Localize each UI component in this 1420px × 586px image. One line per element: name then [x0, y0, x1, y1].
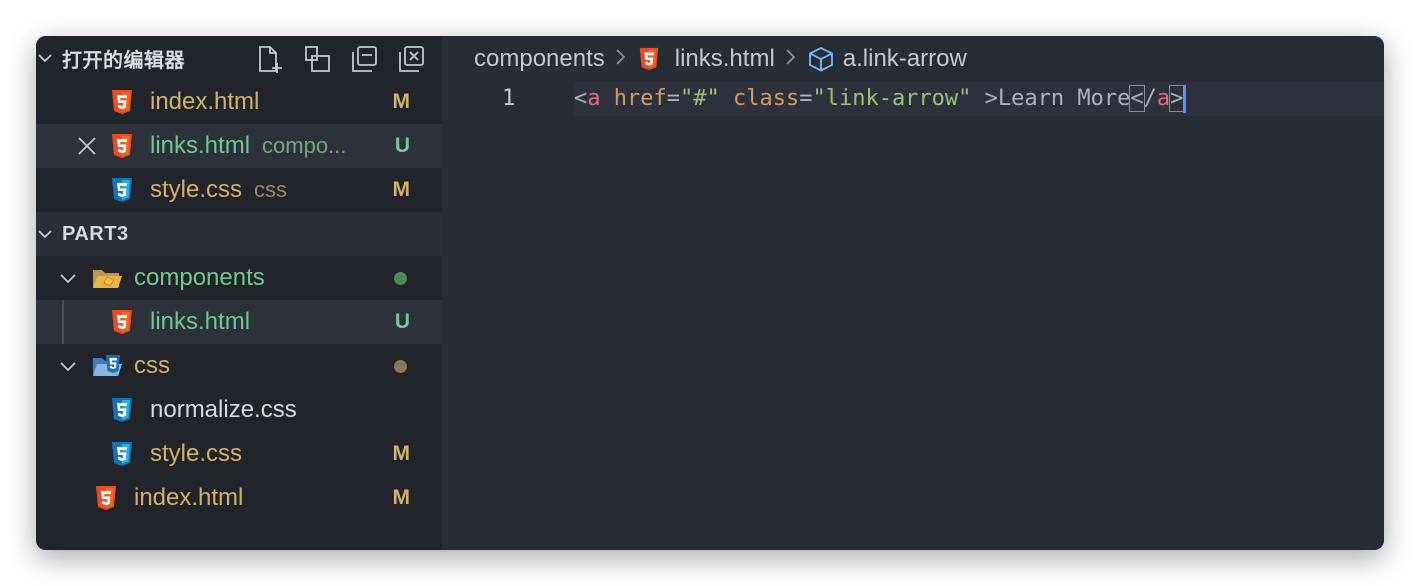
file-description: compo... [262, 133, 347, 158]
folder-css-icon [91, 353, 123, 379]
token-punctuation: / [1143, 86, 1157, 111]
line-number: 1 [502, 86, 516, 111]
git-status-badge: M [392, 90, 411, 113]
file-description: css [254, 177, 288, 202]
html5-icon [93, 485, 119, 511]
vscode-window: 打开的编辑器 index.html M links.html compo... … [36, 36, 1384, 550]
git-status-badge: U [394, 310, 410, 333]
html5-icon [637, 46, 661, 72]
open-editor-item-active[interactable]: links.html compo... U [36, 124, 442, 168]
breadcrumb-file[interactable]: links.html [675, 45, 775, 73]
html5-icon [109, 133, 135, 159]
chevron-down-icon[interactable] [57, 267, 79, 289]
open-editors-title: 打开的编辑器 [62, 49, 185, 72]
html5-icon [109, 309, 135, 335]
breadcrumb-symbol[interactable]: a.link-arrow [843, 45, 967, 73]
workspace-title: PART3 [62, 222, 129, 245]
chevron-down-icon[interactable] [57, 355, 79, 377]
open-editors-header[interactable]: 打开的编辑器 [36, 36, 442, 80]
file-item-index[interactable]: index.html M [36, 476, 442, 520]
token-text: >Learn More [971, 86, 1131, 111]
folder-item-css[interactable]: css [36, 344, 442, 388]
open-editor-item[interactable]: style.css css M [36, 168, 442, 212]
git-status-badge: U [394, 134, 410, 157]
file-name: normalize.css [150, 396, 297, 423]
chevron-down-icon[interactable] [36, 223, 56, 245]
new-file-icon[interactable] [255, 44, 285, 74]
token-attribute: class [732, 86, 800, 111]
breadcrumb-folder[interactable]: components [474, 45, 605, 73]
git-status-badge: M [392, 178, 411, 201]
token-string: "link-arrow" [812, 86, 972, 111]
file-name: links.html compo... [150, 132, 347, 159]
token-attribute: href [613, 86, 667, 111]
chevron-right-icon [615, 45, 627, 73]
close-icon[interactable] [76, 135, 98, 157]
file-name: style.css css [150, 176, 288, 203]
text-cursor [1183, 85, 1187, 113]
token-punctuation: < [574, 86, 588, 111]
workspace-folder-header[interactable]: PART3 [36, 212, 442, 256]
close-all-icon[interactable] [397, 44, 427, 74]
file-name: index.html [150, 88, 260, 115]
file-item-links[interactable]: links.html U [36, 300, 442, 344]
file-item-normalize[interactable]: normalize.css [36, 388, 442, 432]
symbol-field-icon [807, 46, 835, 72]
folder-name: css [134, 352, 170, 379]
css3-icon [109, 177, 135, 203]
chevron-down-icon[interactable] [36, 47, 56, 69]
html5-icon [109, 89, 135, 115]
token-string: "#" [679, 86, 720, 111]
css3-icon [109, 441, 135, 467]
token-tag: a [587, 86, 601, 111]
open-editor-item[interactable]: index.html M [36, 80, 442, 124]
code-editor[interactable]: components links.html a.link-arrow 1 <a … [442, 36, 1384, 550]
modified-dot [394, 360, 407, 373]
file-name: style.css [150, 440, 243, 467]
matched-bracket: < [1129, 85, 1145, 112]
git-status-badge: M [392, 442, 411, 465]
folder-open-icon [91, 265, 123, 291]
file-name: index.html [134, 484, 244, 511]
breadcrumb: components links.html a.link-arrow [474, 36, 967, 82]
folder-item-components[interactable]: components [36, 256, 442, 300]
git-status-badge: M [392, 486, 411, 509]
token-tag: a [1156, 86, 1171, 111]
token-punctuation: = [666, 86, 680, 111]
code-line[interactable]: <a href="#" class="link-arrow" >Learn Mo… [574, 82, 1187, 116]
untracked-dot [394, 272, 407, 285]
indent-guide [62, 300, 64, 344]
token-punctuation: = [799, 86, 813, 111]
matched-bracket: > [1169, 85, 1185, 112]
css3-icon [109, 397, 135, 423]
save-all-icon[interactable] [303, 44, 333, 74]
chevron-right-icon [785, 45, 797, 73]
folder-name: components [134, 264, 265, 291]
file-item-style[interactable]: style.css M [36, 432, 442, 476]
explorer-sidebar: 打开的编辑器 index.html M links.html compo... … [36, 36, 442, 550]
collapse-all-icon[interactable] [350, 44, 380, 74]
file-name: links.html [150, 308, 251, 335]
